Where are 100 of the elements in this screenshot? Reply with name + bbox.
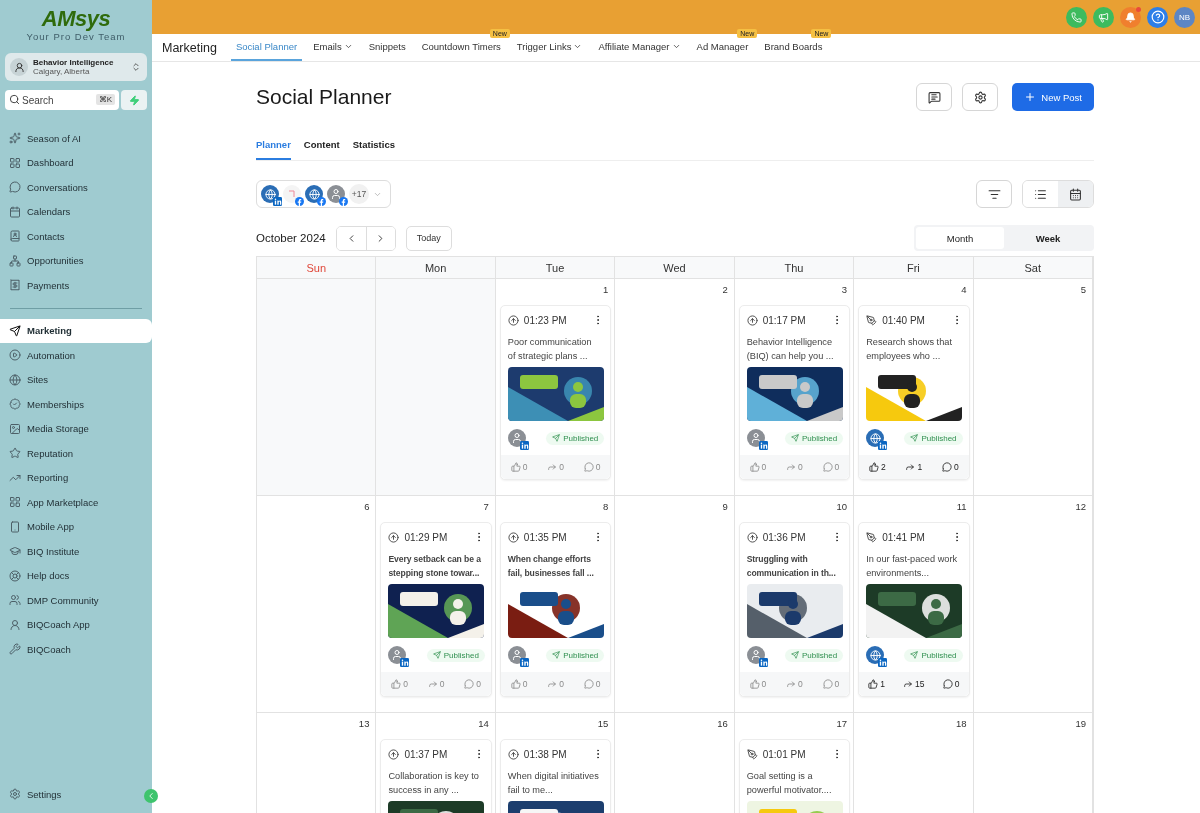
weekday-header: Wed: [615, 257, 735, 279]
post-time: 01:29 PM: [404, 531, 449, 543]
post-card[interactable]: 01:29 PM Every setback can be a stepping stone towar... Published 0 0 0: [380, 522, 492, 697]
comments-count: 0: [464, 679, 481, 689]
post-text: Struggling with communication in th...: [746, 553, 837, 580]
sub-tab[interactable]: Planner: [256, 130, 291, 160]
today-button[interactable]: Today: [405, 225, 452, 251]
post-card[interactable]: 01:35 PM When change efforts fail, businesses fall ... Published 0 0 0: [499, 522, 612, 697]
sidebar-item[interactable]: Help docs: [0, 563, 152, 588]
likes-count: 1: [868, 679, 885, 689]
likes-count: 0: [391, 679, 408, 689]
settings-item[interactable]: Settings: [0, 782, 70, 806]
comments-count: 0: [583, 679, 601, 689]
sidebar-item[interactable]: BIQCoach App: [0, 612, 152, 637]
date-number: 12: [1075, 500, 1086, 514]
nav-tab[interactable]: Affiliate Manager: [593, 34, 686, 61]
account-switcher[interactable]: Behavior Intelligence Calgary, Alberta: [5, 53, 147, 81]
date-number: 19: [1075, 717, 1086, 731]
shares-count: 0: [427, 679, 445, 689]
sidebar-item[interactable]: Automation: [0, 343, 152, 368]
account-picker[interactable]: +17: [256, 180, 391, 208]
sidebar-item[interactable]: Payments: [0, 273, 152, 298]
likes-count: 0: [510, 679, 528, 689]
date-number: 18: [956, 717, 967, 731]
post-text: Behavior Intelligence (BIQ) can help you ...: [746, 336, 835, 363]
post-text: Every setback can be a stepping stone towar...: [388, 553, 481, 580]
nav-tab[interactable]: Social Planner: [230, 34, 303, 61]
sidebar-item[interactable]: Calendars: [0, 199, 152, 224]
post-time: 01:01 PM: [762, 748, 807, 760]
post-card[interactable]: 01:40 PM Research shows that employees who ... Published 2 1 0: [858, 305, 970, 480]
sidebar-item[interactable]: Reporting: [0, 465, 152, 490]
sub-tab[interactable]: Content: [303, 130, 340, 160]
date-number: 14: [478, 717, 489, 731]
shares-count: 0: [786, 679, 803, 689]
date-number: 3: [841, 283, 848, 297]
post-card[interactable]: 01:01 PM Goal setting is a powerful motivator....: [738, 739, 851, 813]
comments-count: 0: [941, 462, 959, 472]
post-card[interactable]: 01:36 PM Struggling with communication in th... Published 0 0 0: [738, 522, 851, 697]
account-name: Behavior Intelligence: [33, 58, 115, 67]
nav-tab[interactable]: Snippets: [363, 34, 411, 61]
date-number: 8: [603, 500, 609, 514]
weekday-header: Fri: [854, 257, 974, 279]
post-card[interactable]: 01:17 PM Behavior Intelligence (BIQ) can help you ... Published 0 0 0: [738, 305, 851, 480]
account-location: Calgary, Alberta: [33, 67, 91, 76]
sidebar-item[interactable]: Reputation: [0, 441, 152, 466]
date-number: 1: [603, 283, 609, 297]
weekday-header: Mon: [376, 257, 496, 279]
date-number: 11: [956, 500, 967, 514]
sidebar-item[interactable]: Contacts: [0, 224, 152, 249]
post-card[interactable]: 01:41 PM In our fast-paced work environments... Published 1 15 0: [858, 522, 970, 697]
sidebar-item[interactable]: Memberships: [0, 392, 152, 417]
section-title: Marketing: [162, 40, 217, 55]
sidebar-item[interactable]: Season of AI: [0, 126, 152, 151]
shares-count: 15: [903, 679, 925, 689]
weekday-header: Thu: [734, 257, 855, 279]
comments-count: 0: [942, 679, 960, 689]
date-number: 6: [364, 500, 370, 514]
sidebar-item[interactable]: Dashboard: [0, 150, 152, 175]
sidebar-item[interactable]: Sites: [0, 367, 152, 392]
date-number: 9: [722, 500, 728, 514]
nav-tab[interactable]: Trigger Links: [511, 34, 588, 61]
sidebar-item[interactable]: Conversations: [0, 175, 152, 200]
post-text: Poor communication of strategic plans ...: [507, 336, 593, 363]
sidebar-item[interactable]: DMP Community: [0, 588, 152, 613]
sidebar-item[interactable]: Mobile App: [0, 514, 152, 539]
sidebar-item[interactable]: BIQ Institute: [0, 539, 152, 564]
shortcut-hint: ⌘K: [95, 94, 115, 105]
post-text: Collaboration is key to success in any ...: [388, 770, 480, 797]
post-time: 01:35 PM: [523, 531, 568, 543]
sidebar-item[interactable]: Media Storage: [0, 416, 152, 441]
post-text: Research shows that employees who ...: [866, 336, 953, 363]
post-time: 01:37 PM: [404, 748, 449, 760]
sidebar-item[interactable]: BIQCoach: [0, 637, 152, 662]
post-text: When change efforts fail, businesses fall ...: [507, 553, 595, 580]
sub-tab[interactable]: Statistics: [352, 130, 395, 160]
user-avatar[interactable]: NB: [1174, 6, 1195, 28]
sidebar-item[interactable]: Opportunities: [0, 248, 152, 273]
nav-tab[interactable]: Emails: [308, 34, 358, 61]
new-post-button[interactable]: New Post: [1012, 83, 1094, 111]
post-card[interactable]: 01:23 PM Poor communication of strategic plans ... Published 0 0 0: [499, 305, 612, 480]
likes-count: 0: [510, 462, 528, 472]
post-card[interactable]: 01:38 PM When digital initiatives fail to me...: [499, 739, 612, 813]
logo-wordmark: AMsys: [41, 7, 111, 31]
post-time: 01:23 PM: [523, 314, 568, 326]
status-badge: Published: [546, 431, 605, 445]
date-number: 15: [597, 717, 609, 731]
date-number: 4: [961, 283, 967, 297]
post-card[interactable]: 01:37 PM Collaboration is key to success in any ...: [380, 739, 492, 813]
range-tab[interactable]: Month: [916, 227, 1004, 249]
post-text: When digital initiatives fail to me...: [507, 770, 600, 797]
comments-count: 0: [583, 462, 601, 472]
date-number: 5: [1080, 283, 1086, 297]
range-tab[interactable]: Week: [1004, 227, 1092, 249]
sidebar-item[interactable]: Marketing: [0, 318, 152, 343]
status-badge: Published: [904, 431, 963, 445]
shares-count: 0: [786, 462, 803, 472]
comments-count: 0: [822, 679, 840, 689]
shares-count: 1: [905, 462, 923, 472]
page-title: Social Planner: [256, 85, 393, 109]
sidebar-item[interactable]: App Marketplace: [0, 490, 152, 515]
